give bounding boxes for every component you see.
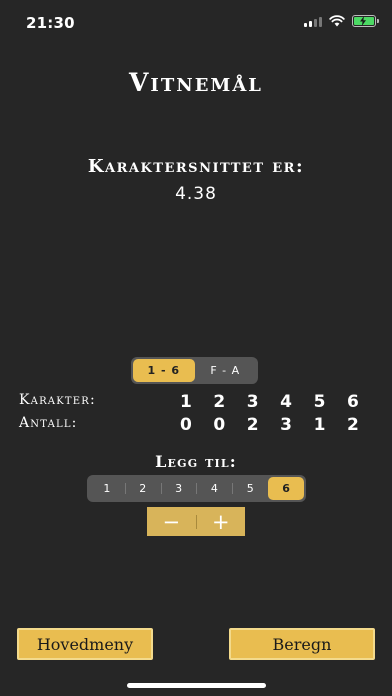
grade-option-2[interactable]: 2 xyxy=(124,477,161,500)
scale-toggle: 1 - 6 F - A xyxy=(131,357,258,384)
karakter-value: 4 xyxy=(280,392,293,412)
karakter-label: Karakter: xyxy=(19,392,96,408)
home-indicator[interactable] xyxy=(127,683,266,688)
decrement-button[interactable]: − xyxy=(147,507,196,536)
status-bar: 21:30 xyxy=(0,0,392,44)
scale-option-1-6[interactable]: 1 - 6 xyxy=(133,359,195,382)
antall-value: 3 xyxy=(280,415,293,435)
grade-picker: 1 2 3 4 5 6 xyxy=(87,475,306,502)
karakter-value: 6 xyxy=(346,392,359,412)
antall-value: 1 xyxy=(313,415,326,435)
grade-option-1[interactable]: 1 xyxy=(89,477,125,500)
karakter-value: 5 xyxy=(313,392,326,412)
grade-option-4[interactable]: 4 xyxy=(196,477,232,500)
calculate-button[interactable]: Beregn xyxy=(229,628,375,660)
antall-values: 0 0 2 3 1 2 xyxy=(180,415,380,435)
karakter-value: 2 xyxy=(213,392,226,412)
increment-button[interactable]: + xyxy=(197,507,246,536)
average-label: Karaktersnittet er: xyxy=(87,156,305,177)
status-time: 21:30 xyxy=(26,14,75,32)
antall-value: 2 xyxy=(246,415,259,435)
battery-charging-icon xyxy=(352,15,379,27)
signal-icon xyxy=(304,16,322,27)
status-icons xyxy=(304,15,379,27)
wifi-icon xyxy=(329,15,345,27)
main-menu-button[interactable]: Hovedmeny xyxy=(17,628,153,660)
antall-label: Antall: xyxy=(19,415,78,431)
count-stepper: − + xyxy=(147,507,245,536)
karakter-values: 1 2 3 4 5 6 xyxy=(180,392,380,412)
karakter-value: 1 xyxy=(180,392,192,412)
antall-value: 0 xyxy=(213,415,226,435)
add-label: Legg til: xyxy=(155,452,237,471)
grade-option-6[interactable]: 6 xyxy=(268,477,304,500)
grade-option-5[interactable]: 5 xyxy=(232,477,268,500)
average-value: 4.38 xyxy=(175,184,217,204)
scale-option-f-a[interactable]: F - A xyxy=(195,359,257,382)
karakter-value: 3 xyxy=(246,392,259,412)
antall-value: 2 xyxy=(346,415,359,435)
page-title: Vitnemål xyxy=(129,68,263,97)
grade-option-3[interactable]: 3 xyxy=(160,477,197,500)
antall-value: 0 xyxy=(180,415,192,435)
